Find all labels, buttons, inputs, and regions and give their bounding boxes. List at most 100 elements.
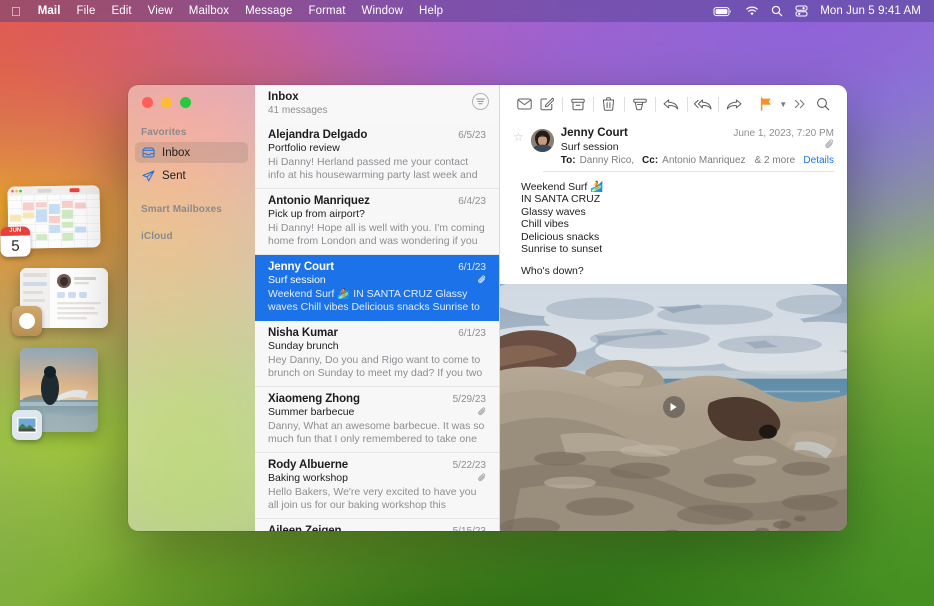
message-date: 6/4/23 [458, 196, 486, 207]
body-line: Chill vibes [521, 218, 569, 231]
sidebar-item-inbox[interactable]: Inbox [135, 142, 248, 163]
inbox-icon [141, 147, 155, 158]
contacts-app-icon[interactable] [12, 306, 42, 336]
photos-preview[interactable] [12, 348, 98, 440]
minimize-button[interactable] [161, 97, 172, 108]
paperclip-icon[interactable] [825, 139, 834, 150]
message-date: 6/1/23 [458, 262, 486, 273]
message-preview: Hey Danny, Do you and Rigo want to come … [268, 354, 483, 379]
body-line: Delicious snacks [521, 230, 600, 243]
message-subject: Surf session [560, 141, 619, 153]
mark-unread-icon[interactable] [513, 91, 535, 117]
menu-item-file[interactable]: File [69, 5, 104, 17]
filter-icon[interactable] [472, 93, 489, 110]
toolbar-divider [592, 96, 594, 112]
menu-item-format[interactable]: Format [301, 5, 354, 17]
message-subject: Summer barbecue [268, 406, 355, 418]
message-preview: Weekend Surf 🏄 IN SANTA CRUZ Glassy wave… [268, 288, 480, 313]
calendar-badge-day: 5 [11, 237, 20, 255]
message-list-item[interactable]: Nisha Kumar 6/1/23 Sunday brunch Hey Danny,… [255, 321, 499, 387]
more-icon[interactable] [789, 91, 811, 117]
message-list-item[interactable]: Rody Albuerne 5/22/23 Baking workshop Hello… [255, 453, 499, 519]
photos-glyph [17, 417, 37, 433]
flag-dropdown-icon[interactable]: ▼ [777, 100, 789, 109]
attachment-photo[interactable] [500, 283, 847, 531]
message-subject: Sunday brunch [268, 340, 339, 352]
message-date: 5/15/23 [447, 526, 486, 531]
sidebar-section-smart-mailboxes[interactable]: Smart Mailboxes [128, 204, 255, 218]
body-line: Glassy waves [521, 205, 586, 218]
menu-item-window[interactable]: Window [354, 5, 412, 17]
message-sender: Alejandra Delgado [268, 129, 368, 141]
forward-icon[interactable] [723, 91, 745, 117]
contacts-person-glyph [19, 313, 35, 329]
message-list-header: Inbox 41 messages [255, 85, 499, 123]
message-preview: Danny, What an awesome barbecue. It was … [268, 420, 485, 445]
message-date: 5/22/23 [452, 460, 486, 471]
toolbar-divider [717, 96, 719, 112]
message-subject: Portfolio review [268, 142, 340, 154]
search-icon[interactable] [812, 91, 834, 117]
calendar-app-icon[interactable]: JUN 5 [0, 226, 31, 257]
menu-item-mailbox[interactable]: Mailbox [181, 5, 237, 17]
zoom-button[interactable] [180, 97, 191, 108]
toolbar-divider [655, 96, 657, 112]
flag-icon[interactable] [755, 91, 777, 117]
menu-item-edit[interactable]: Edit [103, 5, 139, 17]
archive-icon[interactable] [567, 91, 589, 117]
message-sender: Rody Albuerne [268, 459, 349, 471]
to-label: To: [560, 155, 576, 166]
toolbar-divider [686, 96, 688, 112]
apple-menu-icon[interactable]:  [9, 5, 30, 18]
message-date: 6/1/23 [458, 328, 486, 339]
message-date: 6/5/23 [458, 130, 486, 141]
message-list: Inbox 41 messages Alejandra Delgado 6/5/2… [255, 85, 500, 531]
menu-item-view[interactable]: View [140, 5, 181, 17]
avatar [530, 129, 554, 152]
calendar-preview[interactable]: JUN 5 [0, 185, 101, 257]
mailbox-sidebar: Favorites Inbox Sent Smart Mailboxes iCl… [128, 85, 255, 531]
body-line: Who's down? [521, 265, 584, 278]
menu-bar-clock[interactable]: Mon Jun 5 9:41 AM [820, 5, 921, 17]
message-list-item[interactable]: Aileen Zeigen5/15/235K trainingHey Danny… [255, 519, 499, 531]
message-sender: Antonio Manriquez [268, 195, 370, 207]
junk-icon[interactable] [629, 91, 651, 117]
mail-window: Favorites Inbox Sent Smart Mailboxes iCl… [128, 85, 847, 531]
reply-all-icon[interactable] [691, 91, 713, 117]
toolbar-divider [624, 96, 625, 112]
paperclip-icon [478, 473, 486, 483]
menu-bar:  Mail File Edit View Mailbox Message Fo… [0, 0, 934, 22]
delete-icon[interactable] [598, 91, 620, 117]
menu-item-message[interactable]: Message [237, 5, 300, 17]
sidebar-item-sent[interactable]: Sent [135, 165, 248, 186]
battery-icon[interactable] [713, 6, 733, 17]
message-subject: Baking workshop [268, 472, 348, 484]
message-list-item[interactable]: Jenny Court 6/1/23 Surf session Weekend Sur… [255, 255, 499, 321]
message-list-item[interactable]: Antonio Manriquez 6/4/23 Pick up from airp… [255, 189, 499, 255]
message-list-item[interactable]: Alejandra Delgado 6/5/23 Portfolio review H… [255, 123, 499, 189]
photos-app-icon[interactable] [12, 410, 42, 440]
to-value: Danny Rico, [579, 155, 635, 166]
cc-value: Antonio Manriquez [662, 155, 746, 166]
avatar-image [530, 129, 554, 152]
sent-icon [141, 170, 155, 182]
toolbar-divider [561, 96, 563, 112]
message-list-item[interactable]: Xiaomeng Zhong 5/29/23 Summer barbecue Dann… [255, 387, 499, 453]
reply-icon[interactable] [660, 91, 682, 117]
menu-item-mail[interactable]: Mail [30, 5, 69, 17]
search-icon[interactable] [771, 5, 783, 17]
menu-item-help[interactable]: Help [411, 5, 451, 17]
play-icon[interactable] [662, 396, 685, 419]
control-center-icon[interactable] [795, 5, 808, 17]
message-header: ☆ Jenny Court June 1, 2023, 7:20 PM Surf… [500, 123, 847, 166]
details-link[interactable]: Details [803, 155, 834, 166]
close-button[interactable] [142, 97, 153, 108]
mailbox-title: Inbox [268, 91, 299, 103]
star-icon[interactable]: ☆ [513, 127, 524, 166]
contacts-preview[interactable] [12, 268, 108, 336]
wifi-icon[interactable] [745, 6, 759, 17]
message-sender: Xiaomeng Zhong [268, 393, 360, 405]
body-line: Sunrise to sunset [521, 243, 603, 256]
compose-icon[interactable] [535, 91, 557, 117]
sidebar-section-icloud[interactable]: iCloud [128, 231, 255, 245]
